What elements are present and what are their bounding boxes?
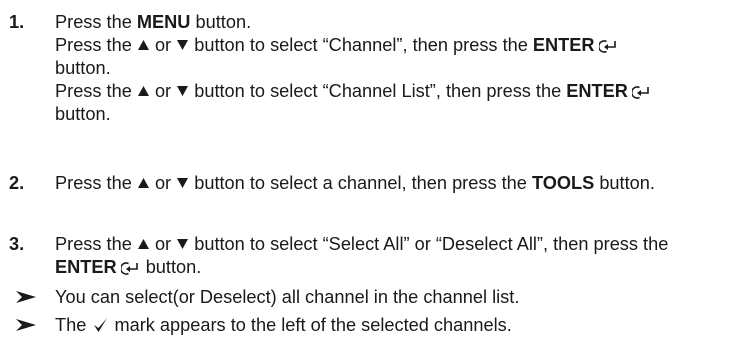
menu-button-label: MENU [136,12,191,32]
step-number: 1. [9,12,25,32]
step-number: 3. [9,234,25,254]
text: button to select “Select All” or “Desele… [189,234,669,254]
text: button. [55,58,111,78]
step-line: button. [55,57,751,80]
step-line: button. [55,103,751,126]
enter-button-label: ENTER [55,257,117,277]
text: button to select “Channel List”, then pr… [189,81,567,101]
enter-icon [120,262,138,275]
text: button. [140,257,202,277]
check-mark-icon [94,318,108,332]
enter-button-label: ENTER [566,81,628,101]
enter-button-label: ENTER [532,35,595,55]
enter-icon [631,86,649,99]
step-line: ENTER button. [55,256,751,279]
text: Press the [55,81,137,101]
step-text: Press the MENU button. Press the or butt… [55,11,751,126]
text: or [149,173,177,193]
up-triangle-icon [137,178,149,188]
text: Press the [55,12,137,32]
text: or [149,35,177,55]
text: Press the [55,35,137,55]
step-line: Press the or button to select “Channel”,… [55,34,751,57]
step-line: Press the MENU button. [55,11,751,34]
down-triangle-icon [177,40,189,50]
up-triangle-icon [137,86,149,96]
note-text: The mark appears to the left of the sele… [55,314,512,337]
note-1: You can select(or Deselect) all channel … [0,286,751,309]
note-arrow-icon [16,291,36,303]
step-line: Press the or button to select a channel,… [55,172,751,195]
text: or [149,234,177,254]
text: The [55,315,92,335]
note-2: The mark appears to the left of the sele… [0,314,751,337]
enter-icon [598,40,616,53]
tools-button-label: TOOLS [531,173,595,193]
text: mark appears to the left of the selected… [109,315,512,335]
text: button. [55,104,111,124]
text: button to select a channel, then press t… [189,173,532,193]
text: button. [190,12,252,32]
text: button to select “Channel”, then press t… [189,35,533,55]
step-text: Press the or button to select “Select Al… [55,233,751,279]
text: Press the [55,173,137,193]
down-triangle-icon [177,178,189,188]
text: button. [594,173,655,193]
text: or [149,81,177,101]
step-line: Press the or button to select “Channel L… [55,80,751,103]
down-triangle-icon [177,239,189,249]
step-number: 2. [9,173,25,193]
note-arrow-icon [16,319,36,331]
step-text: Press the or button to select a channel,… [55,172,751,195]
up-triangle-icon [137,40,149,50]
note-text: You can select(or Deselect) all channel … [55,287,520,307]
step-line: Press the or button to select “Select Al… [55,233,751,256]
down-triangle-icon [177,86,189,96]
text: Press the [55,234,137,254]
up-triangle-icon [137,239,149,249]
